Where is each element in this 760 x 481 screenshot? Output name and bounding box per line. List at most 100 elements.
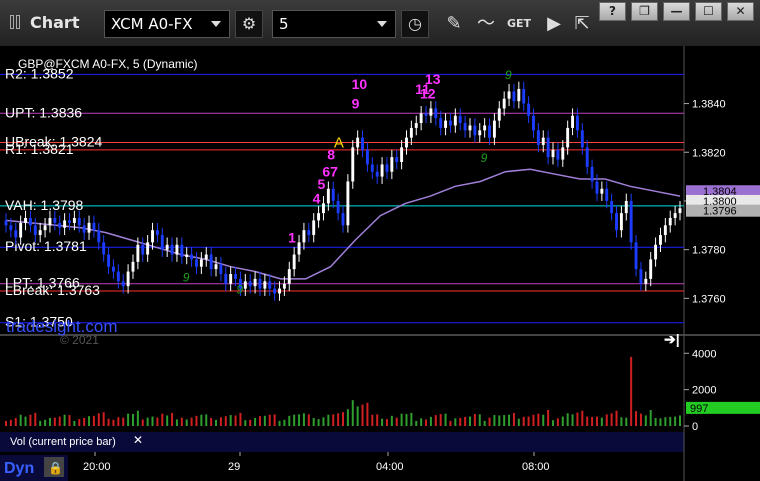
volume-bar bbox=[542, 414, 545, 426]
candle-body bbox=[527, 103, 531, 116]
play-icon[interactable]: ▶ bbox=[540, 10, 568, 38]
volume-bar bbox=[459, 418, 462, 426]
volume-bar bbox=[444, 413, 447, 426]
volume-bar bbox=[171, 412, 174, 426]
volume-bar bbox=[669, 416, 672, 426]
scroll-to-end-icon[interactable]: ➔| bbox=[664, 331, 680, 347]
candle-body bbox=[453, 115, 457, 126]
volume-bar bbox=[131, 414, 134, 426]
candle-body bbox=[546, 137, 550, 158]
volume-bar bbox=[307, 414, 310, 426]
volume-bar bbox=[268, 414, 271, 426]
volume-bar bbox=[175, 419, 178, 426]
volume-bar bbox=[679, 415, 681, 426]
volume-bar bbox=[258, 416, 261, 426]
count-label-green: 9 bbox=[183, 270, 190, 284]
volume-bar bbox=[512, 412, 515, 426]
volume-bar bbox=[508, 414, 511, 426]
volume-bar bbox=[68, 415, 71, 426]
volume-bar bbox=[112, 419, 115, 426]
candle-body bbox=[478, 130, 482, 136]
maximize-button[interactable]: ☐ bbox=[695, 2, 722, 21]
candle-body bbox=[297, 242, 301, 255]
candle-body bbox=[468, 125, 472, 131]
chart-window-icon bbox=[10, 15, 22, 29]
volume-bar bbox=[498, 415, 501, 426]
candle-body bbox=[590, 166, 594, 182]
candle-body bbox=[121, 281, 125, 287]
volume-bar bbox=[205, 414, 208, 426]
candle-body bbox=[278, 288, 281, 294]
candle-body bbox=[497, 108, 501, 121]
candle-body bbox=[287, 269, 291, 284]
candle-body bbox=[165, 244, 169, 250]
volume-bar bbox=[234, 415, 237, 426]
indicator-icon[interactable]: 〜 bbox=[472, 10, 500, 38]
get-icon[interactable]: GET bbox=[505, 10, 533, 38]
candle-body bbox=[102, 242, 106, 255]
volume-bar bbox=[674, 416, 677, 426]
volume-bar bbox=[591, 416, 594, 426]
volume-bar bbox=[410, 412, 413, 426]
volume-bar bbox=[639, 413, 642, 426]
volume-bar bbox=[415, 420, 418, 426]
symbol-selector[interactable]: XCM A0-FX bbox=[104, 10, 230, 38]
volume-bar bbox=[156, 417, 159, 426]
volume-label: Vol (current price bar) bbox=[10, 436, 116, 448]
candle-body bbox=[185, 254, 189, 257]
volume-bar bbox=[239, 412, 242, 426]
candle-body bbox=[551, 149, 555, 158]
candle-body bbox=[24, 218, 27, 223]
candle-body bbox=[38, 230, 42, 236]
volume-bar bbox=[566, 413, 569, 426]
copyright: © 2021 bbox=[60, 333, 99, 347]
volume-bar bbox=[576, 412, 579, 426]
candle-body bbox=[571, 115, 575, 128]
minimize-button[interactable]: — bbox=[663, 2, 690, 21]
volume-bar bbox=[83, 418, 86, 426]
candle-body bbox=[507, 91, 511, 99]
level-label-pivot: Pivot: 1.3781 bbox=[5, 238, 87, 254]
candle-body bbox=[307, 230, 311, 236]
volume-bar bbox=[180, 417, 183, 426]
clock-icon[interactable]: ◷ bbox=[401, 10, 429, 38]
volume-bar bbox=[288, 415, 291, 426]
dynamic-label[interactable]: Dyn bbox=[4, 460, 34, 477]
volume-bar bbox=[610, 413, 613, 426]
volume-bar bbox=[200, 414, 203, 426]
volume-bar bbox=[254, 418, 257, 426]
candle-body bbox=[448, 120, 452, 126]
candle-body bbox=[199, 259, 203, 267]
candle-body bbox=[663, 225, 667, 236]
volume-bar bbox=[63, 414, 66, 426]
gear-icon[interactable]: ⚙ bbox=[235, 10, 263, 38]
candle-body bbox=[263, 281, 267, 289]
lock-icon: 🔒 bbox=[48, 461, 63, 475]
candle-body bbox=[385, 164, 389, 172]
volume-bar bbox=[249, 419, 252, 426]
price-chart[interactable]: R2: 1.3852UPT: 1.3836UBreak: 1.3824R1: 1… bbox=[0, 46, 760, 481]
level-label-r1: R1: 1.3821 bbox=[5, 141, 74, 157]
interval-selector[interactable]: 5 bbox=[272, 10, 396, 38]
candle-body bbox=[341, 213, 345, 226]
volume-bar bbox=[195, 415, 198, 426]
pencil-icon[interactable]: ✎ bbox=[440, 10, 468, 38]
volume-bar bbox=[19, 414, 22, 426]
volume-bar bbox=[547, 410, 550, 426]
candle-body bbox=[346, 181, 350, 226]
volume-bar bbox=[151, 416, 154, 426]
volume-bar bbox=[283, 419, 286, 426]
count-label-magenta: 67 bbox=[322, 164, 338, 180]
volume-bar bbox=[78, 419, 81, 426]
help-button[interactable]: ? bbox=[599, 2, 626, 21]
candle-body bbox=[566, 127, 570, 148]
volume-bar bbox=[48, 418, 51, 426]
restore-down-button[interactable]: ❐ bbox=[631, 2, 658, 21]
volume-bar bbox=[429, 416, 432, 426]
candle-body bbox=[356, 137, 360, 148]
volume-bar bbox=[293, 414, 296, 426]
close-volume-icon[interactable]: ✕ bbox=[133, 433, 143, 447]
close-button[interactable]: ✕ bbox=[727, 2, 754, 21]
export-icon[interactable]: ⇱ bbox=[568, 10, 596, 38]
volume-bar bbox=[556, 418, 559, 426]
